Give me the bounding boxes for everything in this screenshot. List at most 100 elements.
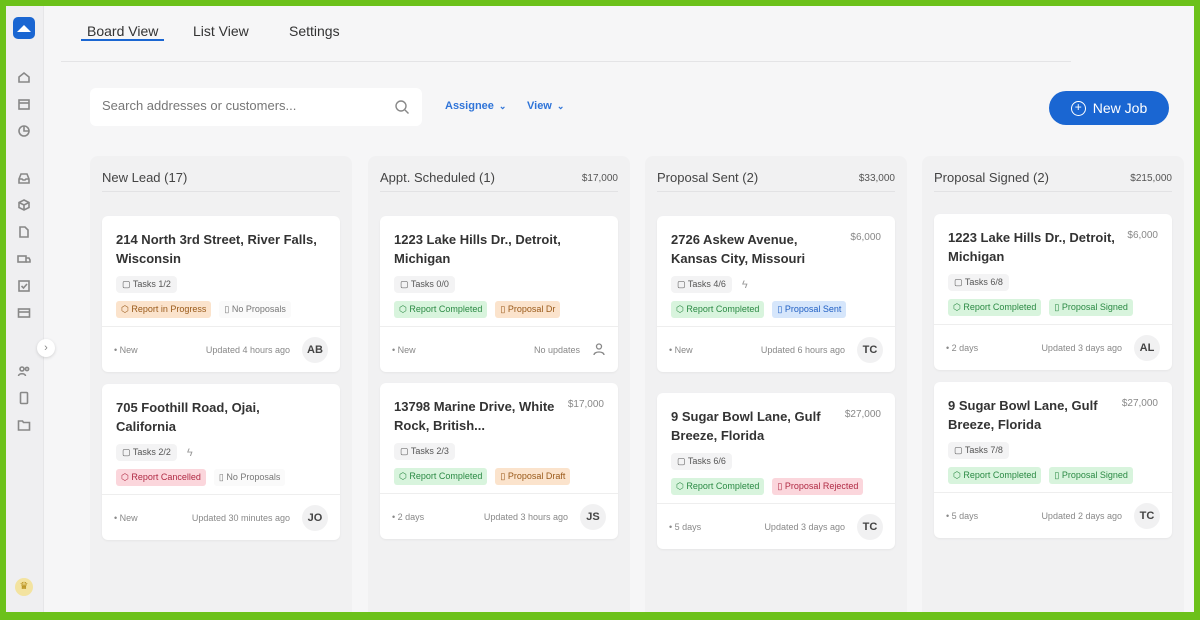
document-icon: ▯ <box>1054 470 1062 480</box>
box-icon[interactable] <box>16 198 32 214</box>
status-badge: ▯ No Proposals <box>219 301 291 318</box>
column-title: Proposal Signed (2) <box>934 170 1049 185</box>
status-badges: ⬡ Report Completed ▯ Proposal Signed <box>948 299 1158 316</box>
clipboard-icon: ▢ <box>122 447 133 457</box>
status-badge-label: Report Completed <box>409 471 483 481</box>
last-updated: Updated 3 days ago <box>1041 342 1122 353</box>
job-age: • New <box>114 512 138 523</box>
search-input[interactable] <box>102 98 382 113</box>
tasks-badge[interactable]: ▢ Tasks 2/3 <box>394 443 455 460</box>
status-badge: ⬡ Report Completed <box>948 467 1042 484</box>
assignee-avatar[interactable]: JO <box>302 504 328 531</box>
status-badge: ⬡ Report Completed <box>671 478 765 495</box>
credit-card-icon[interactable] <box>16 306 32 322</box>
task-row: ▢ Tasks 2/2 ϟ <box>116 444 326 461</box>
view-filter[interactable]: View ⌄ <box>527 100 564 112</box>
board-column: Proposal Signed (2) $215,000 1223 Lake Hil… <box>922 156 1184 612</box>
job-address[interactable]: 1223 Lake Hills Dr., Detroit, Michigan <box>948 228 1121 266</box>
expand-sidebar-button[interactable]: › <box>37 339 55 357</box>
new-job-button[interactable]: + New Job <box>1049 91 1169 125</box>
tablet-icon[interactable] <box>16 391 32 407</box>
search-icon[interactable] <box>394 99 410 115</box>
job-card[interactable]: 705 Foothill Road, Ojai, California ▢ Tas… <box>102 384 340 540</box>
calendar-icon[interactable] <box>16 97 32 113</box>
clipboard-icon: ▢ <box>954 445 965 455</box>
tasks-badge[interactable]: ▢ Tasks 6/8 <box>948 274 1009 291</box>
checkbox-icon[interactable] <box>16 279 32 295</box>
inbox-icon[interactable] <box>16 171 32 187</box>
tasks-badge[interactable]: ▢ Tasks 6/6 <box>671 453 732 470</box>
tasks-badge[interactable]: ▢ Tasks 0/0 <box>394 276 455 293</box>
task-row: ▢ Tasks 7/8 <box>948 442 1158 459</box>
job-address[interactable]: 214 North 3rd Street, River Falls, Wisco… <box>116 230 320 268</box>
tasks-badge[interactable]: ▢ Tasks 7/8 <box>948 442 1009 459</box>
job-price: $6,000 <box>1127 230 1158 241</box>
job-age: • 5 days <box>669 521 702 532</box>
tab-board-view[interactable]: Board View <box>81 23 165 41</box>
card-footer: • New Updated 4 hours ago AB <box>102 326 340 372</box>
assignee-avatar[interactable]: TC <box>1134 502 1160 529</box>
users-icon[interactable] <box>16 364 32 380</box>
card-footer: • 5 days Updated 2 days ago TC <box>934 492 1172 538</box>
truck-icon[interactable] <box>16 252 32 268</box>
status-badges: ⬡ Report Cancelled ▯ No Proposals <box>116 469 326 486</box>
tab-list-view[interactable]: List View <box>193 23 249 39</box>
card-footer: • New No updates <box>380 326 618 372</box>
app-logo[interactable] <box>13 17 35 39</box>
assignee-avatar[interactable]: TC <box>857 336 883 363</box>
last-updated: Updated 6 hours ago <box>760 344 845 355</box>
card-body: 9 Sugar Bowl Lane, Gulf Breeze, Florida $… <box>657 393 895 503</box>
assignee-avatar[interactable]: AB <box>302 336 328 363</box>
status-badge: ▯ No Proposals <box>213 469 286 486</box>
job-card[interactable]: 1223 Lake Hills Dr., Detroit, Michigan $6… <box>934 214 1172 370</box>
job-age: • 2 days <box>392 511 425 522</box>
assignee-avatar[interactable]: JS <box>580 503 606 530</box>
column-header: Appt. Scheduled (1) $17,000 <box>380 170 618 192</box>
job-card[interactable]: 9 Sugar Bowl Lane, Gulf Breeze, Florida $… <box>934 382 1172 538</box>
job-card[interactable]: 2726 Askew Avenue, Kansas City, Missouri… <box>657 216 895 372</box>
chart-pie-icon[interactable] <box>16 124 32 140</box>
job-address[interactable]: 705 Foothill Road, Ojai, California <box>116 398 320 436</box>
new-job-label: New Job <box>1092 100 1148 116</box>
card-footer: • New Updated 30 minutes ago JO <box>102 494 340 540</box>
job-card[interactable]: 1223 Lake Hills Dr., Detroit, Michigan ▢ … <box>380 216 618 372</box>
status-badge-label: Report Cancelled <box>131 472 201 482</box>
status-badge-label: Proposal Draft <box>507 471 566 481</box>
status-badge-label: Report Completed <box>686 481 760 491</box>
job-address[interactable]: 13798 Marine Drive, White Rock, British.… <box>394 397 562 435</box>
board-column: Appt. Scheduled (1) $17,000 1223 Lake Hill… <box>368 156 630 612</box>
document-icon: ▯ <box>777 304 785 314</box>
job-card[interactable]: 13798 Marine Drive, White Rock, British.… <box>380 383 618 539</box>
card-body: 13798 Marine Drive, White Rock, British.… <box>380 383 618 493</box>
document-icon[interactable] <box>16 225 32 241</box>
status-badge-label: Report Completed <box>963 302 1037 312</box>
tasks-badge[interactable]: ▢ Tasks 2/2 <box>116 444 177 461</box>
job-address[interactable]: 1223 Lake Hills Dr., Detroit, Michigan <box>394 230 598 268</box>
tasks-badge[interactable]: ▢ Tasks 1/2 <box>116 276 177 293</box>
job-card[interactable]: 9 Sugar Bowl Lane, Gulf Breeze, Florida $… <box>657 393 895 549</box>
status-badge-label: No Proposals <box>231 304 286 314</box>
job-address[interactable]: 2726 Askew Avenue, Kansas City, Missouri <box>671 230 844 268</box>
card-header: 2726 Askew Avenue, Kansas City, Missouri… <box>671 230 881 268</box>
clipboard-icon: ▢ <box>400 279 411 289</box>
job-address[interactable]: 9 Sugar Bowl Lane, Gulf Breeze, Florida <box>671 407 839 445</box>
home-icon[interactable] <box>16 70 32 86</box>
view-label: View <box>527 100 552 112</box>
assignee-avatar[interactable]: AL <box>1134 334 1160 361</box>
status-badge: ▯ Proposal Sent <box>772 301 847 318</box>
job-address[interactable]: 9 Sugar Bowl Lane, Gulf Breeze, Florida <box>948 396 1116 434</box>
tasks-count: Tasks 1/2 <box>132 279 171 289</box>
folder-icon[interactable] <box>16 418 32 434</box>
job-card[interactable]: 214 North 3rd Street, River Falls, Wisco… <box>102 216 340 372</box>
lightning-icon: ϟ <box>186 446 193 459</box>
assignee-avatar[interactable]: TC <box>857 513 883 540</box>
crown-icon[interactable]: ♛ <box>15 578 33 596</box>
assignee-filter[interactable]: Assignee ⌄ <box>445 100 506 112</box>
job-age: • New <box>392 344 416 355</box>
tasks-count: Tasks 4/6 <box>687 279 726 289</box>
card-footer: • 2 days Updated 3 hours ago JS <box>380 493 618 539</box>
tab-settings[interactable]: Settings <box>289 23 340 39</box>
tasks-badge[interactable]: ▢ Tasks 4/6 <box>671 276 732 293</box>
status-badge: ⬡ Report Completed <box>671 301 765 318</box>
user-icon[interactable] <box>592 342 606 358</box>
